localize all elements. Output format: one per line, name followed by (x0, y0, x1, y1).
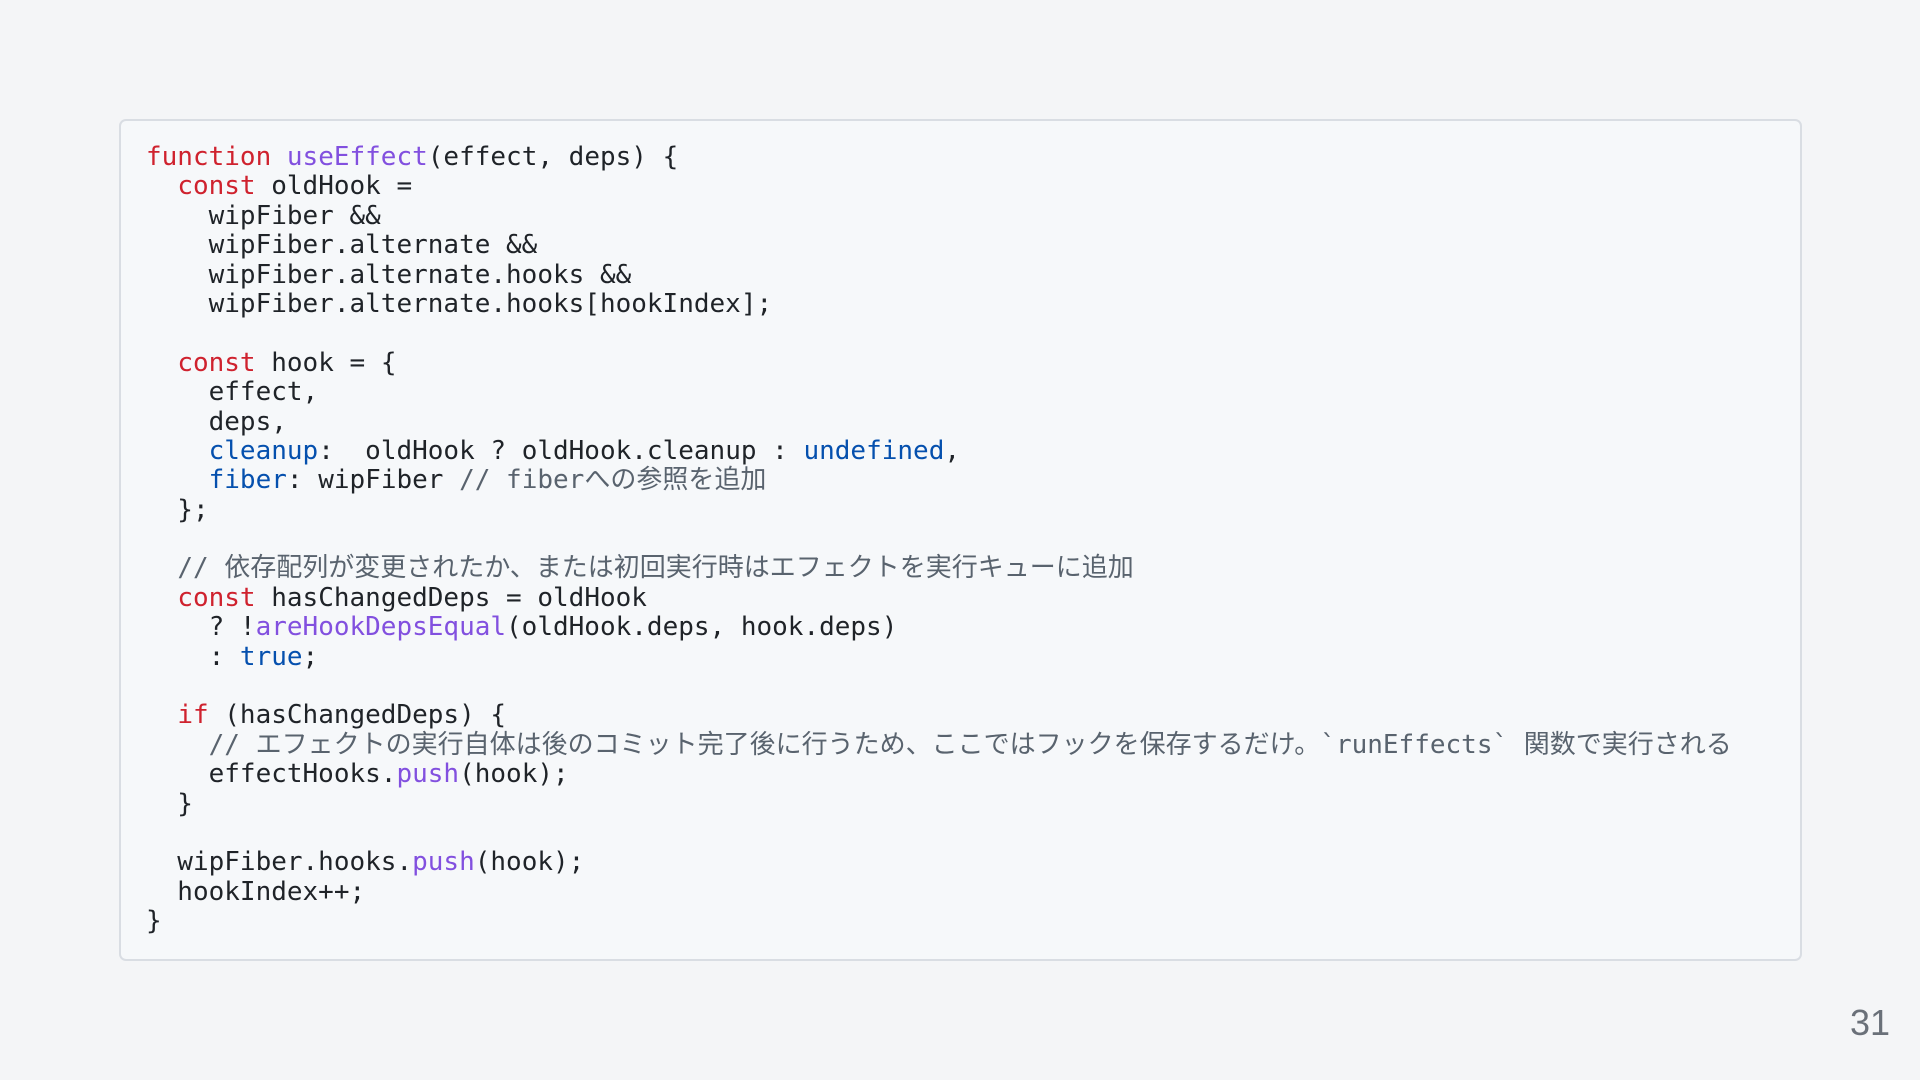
code-token: push (396, 759, 460, 790)
code-token: , (944, 435, 961, 466)
code-line: cleanup: oldHook ? oldHook.cleanup : und… (146, 435, 1800, 466)
code-token: oldHook = (255, 171, 413, 202)
code-token: (effect, deps) { (427, 142, 679, 172)
code-token: (hook); (474, 847, 585, 878)
code-token: const (177, 171, 256, 202)
code-token: hasChangedDeps = oldHook (255, 582, 647, 613)
code-token: wipFiber.alternate.hooks && (146, 259, 632, 290)
code-token: areHookDepsEqual (255, 612, 507, 643)
code-line: }; (146, 494, 1800, 525)
code-token: true (239, 641, 303, 672)
code-token: undefined (803, 435, 945, 466)
code-line: if (hasChangedDeps) { (146, 701, 1800, 730)
code-token: wipFiber.alternate && (146, 230, 538, 261)
slide: function useEffect(effect, deps) { const… (0, 0, 1920, 1080)
code-comment: // エフェクトの実行自体は後のコミット完了後に行うため、ここではフックを保存す… (208, 729, 1732, 760)
code-token: const (177, 582, 256, 613)
code-token: hookIndex++; (146, 876, 366, 907)
code-token: } (146, 788, 193, 819)
code-block: function useEffect(effect, deps) { const… (119, 119, 1802, 961)
code-line: : true; (146, 641, 1800, 672)
code-comment: // 依存配列が変更されたか、または初回実行時はエフェクトを実行キューに追加 (177, 553, 1134, 584)
code-token: : oldHook ? oldHook.cleanup : (318, 435, 804, 466)
code-token: ; (302, 641, 319, 672)
code-token: function (146, 142, 272, 172)
code-token: effectHooks. (146, 759, 397, 790)
code-token: cleanup (208, 435, 319, 466)
code-line: effectHooks.push(hook); (146, 760, 1800, 789)
code-line: ? !areHookDepsEqual(oldHook.deps, hook.d… (146, 613, 1800, 642)
code-token: const (177, 347, 256, 378)
code-token: fiber (208, 465, 287, 496)
code-token: wipFiber && (146, 200, 381, 231)
code-content: function useEffect(effect, deps) { const… (146, 142, 1800, 937)
code-token: push (412, 847, 475, 878)
code-line: wipFiber.hooks.push(hook); (146, 848, 1800, 877)
code-line: wipFiber.alternate && (146, 230, 1800, 261)
code-token: wipFiber.hooks. (146, 847, 413, 878)
code-line: wipFiber && (146, 200, 1800, 231)
code-token: hook = { (255, 347, 397, 378)
code-line: fiber: wipFiber // fiberへの参照を追加 (146, 466, 1800, 495)
code-line: deps, (146, 406, 1800, 437)
code-token: (hook); (459, 759, 569, 790)
code-token: if (177, 700, 209, 731)
code-line: const oldHook = (146, 172, 1800, 201)
code-line: // エフェクトの実行自体は後のコミット完了後に行うため、ここではフックを保存す… (146, 729, 1800, 760)
code-token: : wipFiber (286, 465, 460, 496)
code-token: (hasChangedDeps) { (208, 700, 507, 731)
code-line: function useEffect(effect, deps) { (146, 142, 1800, 172)
code-token: ? ! (146, 612, 256, 643)
code-token: : (146, 641, 240, 672)
code-token: } (146, 906, 162, 937)
code-line: } (146, 906, 1800, 937)
code-line: // 依存配列が変更されたか、または初回実行時はエフェクトを実行キューに追加 (146, 554, 1800, 583)
code-line: effect, (146, 377, 1800, 408)
code-token: }; (146, 494, 209, 525)
code-token: (oldHook.deps, hook.deps) (506, 612, 898, 643)
code-token: wipFiber.alternate.hooks[hookIndex]; (146, 288, 773, 319)
code-line: wipFiber.alternate.hooks && (146, 259, 1800, 290)
code-line: const hook = { (146, 347, 1800, 378)
code-token: deps, (146, 406, 287, 437)
page-number: 31 (1849, 1002, 1890, 1043)
code-line: wipFiber.alternate.hooks[hookIndex]; (146, 288, 1800, 319)
code-token: useEffect (286, 142, 428, 172)
code-line: hookIndex++; (146, 876, 1800, 907)
code-line: } (146, 788, 1800, 819)
code-line: const hasChangedDeps = oldHook (146, 582, 1800, 613)
code-token: effect, (146, 377, 319, 408)
code-comment: // fiberへの参照を追加 (459, 465, 767, 496)
